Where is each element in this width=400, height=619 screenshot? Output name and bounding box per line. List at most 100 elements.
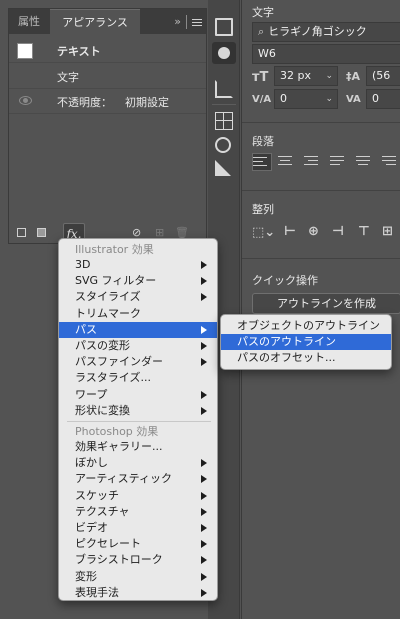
font-style-value: W6: [258, 47, 276, 60]
font-size-value: 32 px: [280, 69, 311, 82]
menu-item-label: ワープ: [75, 387, 108, 401]
export-icon[interactable]: [215, 80, 233, 98]
quick-actions-title: クイック操作: [252, 274, 318, 287]
menu-item-illustrator-8[interactable]: ワープ: [59, 387, 217, 403]
opacity-value: 初期設定: [125, 96, 169, 109]
font-style-field[interactable]: W6: [252, 44, 400, 64]
create-outlines-button[interactable]: アウトラインを作成: [252, 293, 400, 314]
menu-item-path-1[interactable]: パスのアウトライン: [221, 334, 391, 351]
align-right-edges-icon[interactable]: ⊣: [332, 224, 344, 239]
menu-item-photoshop-3[interactable]: スケッチ: [59, 488, 217, 504]
photoshop-effects-header: Photoshop 効果: [75, 425, 159, 438]
object-thumbnail: [17, 43, 33, 59]
menu-item-label: 変形: [75, 569, 97, 583]
menu-item-label: ピクセレート: [75, 537, 141, 551]
tab-properties[interactable]: 属性: [9, 9, 49, 34]
appearance-panel: 属性 アピアランス » テキスト 文字 不透明度： 初期設定 fx. ⊘ ⊞ 🗑: [8, 8, 207, 244]
kerning-field[interactable]: 0 ⌄: [274, 89, 338, 109]
character-panel: 文字 ⌕ ヒラギノ角ゴシック W6 тT 32 px ⌄ ‡A (56 V/A 0 ⌄…: [241, 0, 400, 619]
collapse-icon[interactable]: »: [174, 15, 181, 28]
font-family-field[interactable]: ⌕ ヒラギノ角ゴシック: [252, 22, 400, 42]
menu-item-label: パス: [75, 322, 97, 336]
menu-item-illustrator-3[interactable]: トリムマーク: [59, 306, 217, 322]
menu-item-label: ぼかし: [75, 456, 108, 470]
submenu-arrow-icon: [201, 293, 207, 302]
panel-tabbar: 属性 アピアランス »: [9, 9, 206, 34]
menu-item-label: 3D: [75, 258, 91, 271]
appearance-row-characters[interactable]: 文字: [9, 65, 206, 87]
search-icon: ⌕: [258, 25, 265, 38]
brushes-icon[interactable]: [215, 137, 231, 153]
submenu-arrow-icon: [201, 572, 207, 581]
leading-icon: ‡A: [346, 70, 361, 83]
appearance-row-object[interactable]: テキスト: [9, 39, 206, 61]
align-top-edges-icon[interactable]: ⊤: [358, 224, 370, 239]
opacity-label[interactable]: 不透明度：: [57, 94, 112, 110]
object-type-label: テキスト: [57, 45, 101, 58]
menu-item-label: パスの変形: [75, 339, 130, 352]
align-center-button[interactable]: [278, 153, 298, 171]
menu-item-photoshop-6[interactable]: ピクセレート: [59, 536, 217, 552]
justify-center-button[interactable]: [356, 153, 376, 171]
menu-item-label: パスのアウトライン: [237, 335, 336, 349]
menu-item-photoshop-7[interactable]: ブラシストローク: [59, 552, 217, 568]
menu-item-photoshop-8[interactable]: 変形: [59, 569, 217, 585]
path-submenu: オブジェクトのアウトライン パスのアウトライン パスのオフセット...: [220, 314, 392, 370]
kerning-value: 0: [280, 92, 287, 105]
menu-item-photoshop-9[interactable]: 表現手法: [59, 585, 217, 601]
font-size-icon: тT: [252, 70, 269, 85]
add-stroke-icon[interactable]: [17, 228, 26, 237]
menu-item-illustrator-5[interactable]: パスの変形: [59, 338, 217, 354]
panel-menu-icon[interactable]: [192, 17, 202, 28]
effect-menu: Illustrator 効果 3D SVG フィルター スタイライズ トリムマーク パス…: [58, 238, 218, 601]
tab-appearance[interactable]: アピアランス: [50, 9, 140, 34]
menu-separator: [67, 421, 211, 422]
menu-item-photoshop-5[interactable]: ビデオ: [59, 520, 217, 536]
divider: [242, 258, 400, 259]
justify-left-button[interactable]: [330, 153, 350, 171]
kerning-icon: V/A: [252, 94, 272, 105]
gradient-icon[interactable]: [215, 160, 231, 176]
menu-item-illustrator-6[interactable]: パスファインダー: [59, 354, 217, 370]
menu-item-illustrator-0[interactable]: 3D: [59, 257, 217, 273]
illustrator-effects-header: Illustrator 効果: [75, 243, 154, 256]
menu-item-path-2[interactable]: パスのオフセット...: [221, 350, 391, 366]
menu-item-illustrator-2[interactable]: スタイライズ: [59, 289, 217, 305]
swatches-grid-icon[interactable]: [215, 112, 233, 130]
menu-item-illustrator-9[interactable]: 形状に変換: [59, 403, 217, 419]
appearance-list-empty-area: [9, 114, 206, 214]
menu-item-label: 形状に変換: [75, 403, 130, 417]
divider: [212, 104, 236, 105]
align-left-button[interactable]: [252, 153, 272, 171]
menu-item-illustrator-4[interactable]: パス: [59, 321, 217, 338]
menu-item-photoshop-0[interactable]: 効果ギャラリー...: [59, 439, 217, 455]
leading-field[interactable]: (56: [366, 66, 400, 86]
illustrator-workspace: 属性 アピアランス » テキスト 文字 不透明度： 初期設定 fx. ⊘ ⊞ 🗑…: [0, 0, 400, 619]
menu-item-illustrator-1[interactable]: SVG フィルター: [59, 273, 217, 289]
libraries-icon[interactable]: [215, 18, 233, 36]
submenu-arrow-icon: [201, 475, 207, 484]
panel-controls: »: [174, 9, 202, 34]
tracking-field[interactable]: 0: [366, 89, 400, 109]
divider: [186, 15, 187, 29]
appearance-sun-icon[interactable]: [218, 47, 230, 59]
menu-item-path-0[interactable]: オブジェクトのアウトライン: [221, 318, 391, 334]
visibility-eye-icon[interactable]: [19, 96, 32, 105]
align-to-icon[interactable]: ⬚⌄: [252, 225, 275, 240]
appearance-row-opacity[interactable]: 不透明度： 初期設定: [9, 90, 206, 112]
menu-item-photoshop-1[interactable]: ぼかし: [59, 455, 217, 471]
menu-item-illustrator-7[interactable]: ラスタライズ...: [59, 370, 217, 386]
align-horizontal-center-icon[interactable]: ⊕: [308, 224, 319, 239]
justify-right-button[interactable]: [382, 153, 400, 171]
align-right-button[interactable]: [304, 153, 324, 171]
menu-item-photoshop-4[interactable]: テクスチャ: [59, 504, 217, 520]
submenu-arrow-icon: [201, 277, 207, 286]
submenu-arrow-icon: [201, 556, 207, 565]
font-size-field[interactable]: 32 px ⌄: [274, 66, 338, 86]
align-left-edges-icon[interactable]: ⊢: [284, 224, 296, 239]
menu-item-photoshop-2[interactable]: アーティスティック: [59, 471, 217, 487]
divider: [242, 122, 400, 123]
align-vertical-center-icon[interactable]: ⊞: [382, 224, 393, 239]
add-fill-icon[interactable]: [37, 228, 46, 237]
submenu-arrow-icon: [201, 540, 207, 549]
